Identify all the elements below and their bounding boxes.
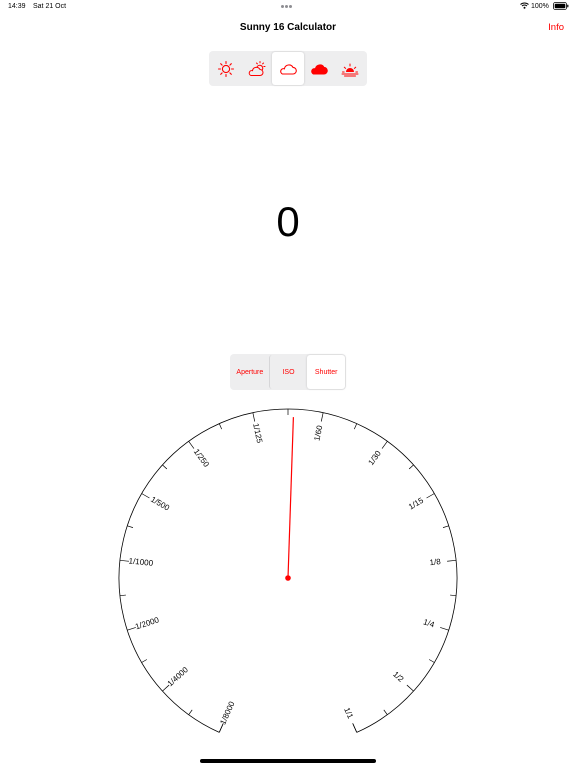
dial-major-tick bbox=[426, 493, 435, 499]
dial-major-tick bbox=[381, 441, 388, 449]
dial-major-tick bbox=[406, 684, 414, 692]
dial-label: 1/1000 bbox=[128, 556, 154, 568]
shutter-dial[interactable]: 1/8000 1/4000 1/2000 1/1000 1/500 1/250 1/125 1… bbox=[0, 400, 576, 758]
weather-option-sunny[interactable] bbox=[210, 52, 241, 85]
dial-minor-tick bbox=[162, 464, 168, 470]
battery-percentage: 100% bbox=[531, 3, 549, 10]
dial-label: 1/60 bbox=[312, 424, 324, 442]
status-date: Sat 21 Oct bbox=[33, 3, 67, 10]
battery-icon bbox=[553, 2, 569, 10]
mode-aperture[interactable]: Aperture bbox=[231, 355, 269, 389]
dial-label: 1/500 bbox=[149, 495, 171, 513]
status-bar: 14:39 Sat 21 Oct 100% bbox=[0, 0, 576, 14]
heavy-cloud-icon bbox=[311, 63, 328, 74]
dial-major-tick bbox=[320, 412, 324, 422]
multitasking-dots-icon[interactable] bbox=[281, 3, 295, 8]
weather-option-cloudy[interactable] bbox=[272, 52, 304, 85]
mode-segmented-control: Aperture ISO Shutter bbox=[230, 354, 346, 390]
partly-cloudy-icon bbox=[248, 60, 266, 76]
dial-label: 1/2000 bbox=[134, 615, 161, 631]
cloud-icon bbox=[280, 63, 297, 75]
dial-label: 1/8 bbox=[429, 557, 442, 567]
dial-major-tick bbox=[188, 441, 195, 449]
dial-label: 1/30 bbox=[366, 449, 383, 467]
dial-minor-tick bbox=[218, 423, 223, 430]
dial-major-tick bbox=[252, 412, 256, 422]
weather-option-partly-cloudy[interactable] bbox=[241, 52, 272, 85]
dial-label: 1/125 bbox=[251, 422, 264, 444]
dial-major-tick bbox=[162, 684, 170, 692]
dial-minor-tick bbox=[383, 709, 388, 715]
dial-label: 1/2 bbox=[391, 670, 406, 684]
weather-option-heavy-cloud[interactable] bbox=[304, 52, 335, 85]
dial-major-tick bbox=[352, 724, 358, 733]
dial-label: 1/4 bbox=[422, 617, 436, 629]
dial-label: 1/1 bbox=[342, 706, 355, 720]
dial-label: 1/250 bbox=[192, 447, 211, 469]
dial-major-tick bbox=[440, 627, 449, 631]
dial-label: 1/4000 bbox=[166, 665, 191, 688]
page-title: Sunny 16 Calculator bbox=[239, 22, 337, 33]
dial-major-tick bbox=[218, 724, 224, 733]
dial-label: 1/15 bbox=[407, 496, 425, 512]
dial-pointer[interactable] bbox=[287, 417, 294, 579]
dial-major-tick bbox=[127, 627, 136, 631]
dial-major-tick bbox=[447, 559, 457, 562]
mode-iso[interactable]: ISO bbox=[268, 355, 308, 389]
dial-minor-tick bbox=[442, 525, 449, 528]
dial-minor-tick bbox=[127, 525, 134, 528]
result-value: 0 bbox=[276, 198, 300, 245]
sun-icon bbox=[217, 60, 234, 77]
status-time: 14:39 bbox=[8, 3, 26, 10]
dial-minor-tick bbox=[353, 423, 358, 430]
dial-minor-tick bbox=[428, 659, 435, 663]
info-button[interactable]: Info bbox=[548, 22, 564, 33]
dial-major-tick bbox=[119, 559, 129, 562]
mode-shutter[interactable]: Shutter bbox=[307, 355, 346, 389]
dial-minor-tick bbox=[408, 464, 414, 470]
dial-minor-tick bbox=[141, 659, 148, 663]
dial-pivot bbox=[285, 575, 291, 581]
dial-minor-tick bbox=[450, 594, 457, 597]
wifi-icon bbox=[520, 2, 529, 9]
weather-segmented-control bbox=[209, 51, 367, 86]
dial-major-tick bbox=[141, 493, 150, 499]
sunset-icon bbox=[341, 63, 359, 76]
home-indicator[interactable] bbox=[200, 759, 376, 763]
dial-minor-tick bbox=[188, 709, 193, 715]
dial-minor-tick bbox=[119, 594, 126, 597]
weather-option-sunset[interactable] bbox=[335, 52, 366, 85]
dial-label: 1/8000 bbox=[218, 700, 236, 727]
